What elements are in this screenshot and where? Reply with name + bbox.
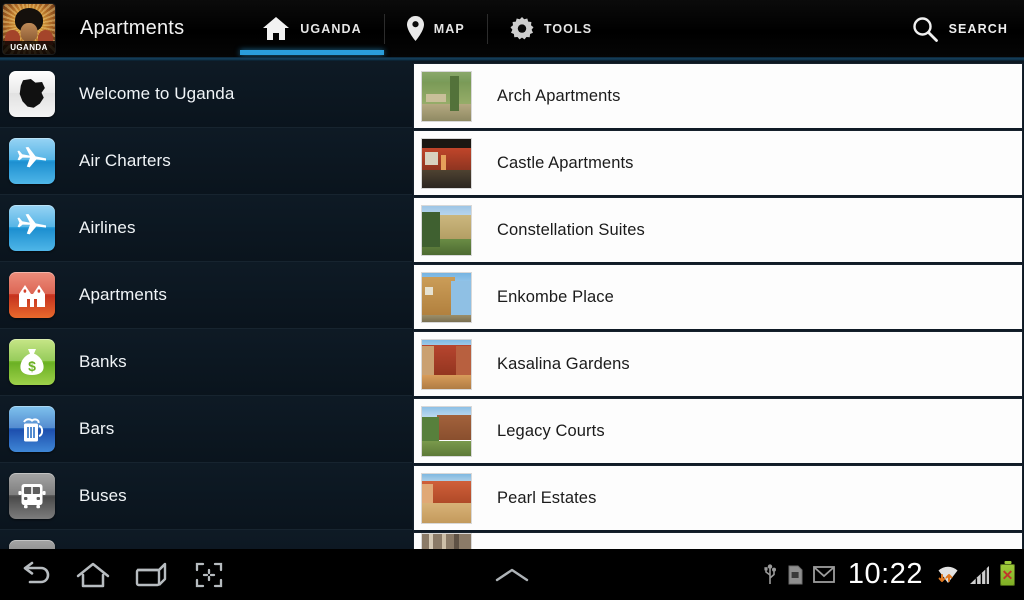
svg-text:$: $ — [28, 358, 36, 374]
sidebar-item-label: Banks — [79, 352, 127, 371]
back-arrow-icon — [19, 561, 51, 589]
sidebar-item-label: Air Charters — [79, 151, 171, 170]
uganda-map-icon — [9, 71, 55, 117]
sidebar-item-label: Welcome to Uganda — [79, 84, 235, 103]
apartments-list[interactable]: Arch Apartments Castle Apartments Conste… — [412, 61, 1024, 549]
content-area: Welcome to Uganda Air Charters Airlines — [0, 61, 1024, 549]
airplane-icon — [9, 205, 55, 251]
sd-card-icon — [786, 565, 804, 585]
tab-map-label: MAP — [433, 21, 465, 36]
money-bag-icon: $ — [9, 339, 55, 385]
chevron-up-icon — [494, 567, 530, 583]
list-item[interactable]: Kasalina Gardens — [413, 331, 1023, 398]
recents-icon — [134, 562, 168, 588]
battery-icon: ✕ — [1000, 563, 1015, 586]
list-item-thumbnail — [421, 271, 472, 323]
home-button[interactable] — [64, 549, 122, 600]
signal-icon — [969, 565, 991, 585]
list-item-thumbnail — [421, 137, 472, 189]
list-item[interactable]: Pearl Estates — [413, 465, 1023, 532]
home-outline-icon — [76, 562, 110, 588]
app-window: UGANDA Apartments UGANDA MAP TOOLS SEARC… — [0, 0, 1024, 600]
action-bar: UGANDA Apartments UGANDA MAP TOOLS SEARC… — [0, 0, 1024, 57]
tab-uganda-label: UGANDA — [300, 21, 362, 36]
airplane-icon — [9, 138, 55, 184]
list-item-thumbnail — [421, 70, 472, 122]
sidebar-item-air-charters[interactable]: Air Charters — [0, 128, 412, 195]
list-item-thumbnail — [421, 405, 472, 457]
tab-uganda[interactable]: UGANDA — [240, 0, 385, 57]
status-clock: 10:22 — [847, 558, 923, 590]
wifi-icon — [936, 564, 960, 585]
page-title: Apartments — [80, 17, 185, 39]
sidebar-item-label: Buses — [79, 486, 127, 505]
list-item[interactable]: Castle Apartments — [413, 130, 1023, 197]
status-bar[interactable]: 10:22 ✕ — [763, 549, 1024, 600]
sidebar-item-banks[interactable]: $ Banks — [0, 329, 412, 396]
sidebar-item-airlines[interactable]: Airlines — [0, 195, 412, 262]
back-button[interactable] — [6, 549, 64, 600]
list-item-label: Castle Apartments — [497, 153, 634, 172]
app-launcher-icon-wrap[interactable]: UGANDA — [0, 0, 58, 57]
sidebar-item-partial[interactable] — [0, 530, 412, 549]
app-icon-face — [20, 22, 38, 42]
sidebar-item-label: Bars — [79, 419, 115, 438]
house-icon — [9, 272, 55, 318]
bus-icon — [9, 473, 55, 519]
list-item-label: Constellation Suites — [497, 220, 645, 239]
nav-buttons-group — [0, 549, 238, 600]
list-item-thumbnail — [421, 533, 472, 549]
search-label: SEARCH — [948, 21, 1008, 36]
app-icon-label: UGANDA — [3, 40, 55, 54]
tab-tools[interactable]: TOOLS — [488, 0, 614, 57]
gmail-icon — [813, 566, 835, 583]
sidebar-item-bars[interactable]: Bars — [0, 396, 412, 463]
sidebar-item-apartments[interactable]: Apartments — [0, 262, 412, 329]
screenshot-icon — [195, 562, 223, 588]
list-item-thumbnail — [421, 204, 472, 256]
sidebar-item-welcome-to-uganda[interactable]: Welcome to Uganda — [0, 61, 412, 128]
usb-icon — [763, 563, 777, 586]
category-sidebar[interactable]: Welcome to Uganda Air Charters Airlines — [0, 61, 412, 549]
list-item-thumbnail — [421, 338, 472, 390]
sidebar-item-label: Airlines — [79, 218, 136, 237]
list-item-label: Pearl Estates — [497, 488, 597, 507]
tab-map[interactable]: MAP — [385, 0, 487, 57]
list-item-label: Arch Apartments — [497, 86, 621, 105]
list-item-label: Enkombe Place — [497, 287, 614, 306]
search-icon — [912, 16, 938, 42]
search-button[interactable]: SEARCH — [912, 0, 1024, 57]
list-item[interactable] — [413, 532, 1023, 549]
sidebar-item-label: Apartments — [79, 285, 167, 304]
beer-mug-icon — [9, 406, 55, 452]
tab-bar: UGANDA MAP TOOLS SEARCH — [240, 0, 1024, 57]
list-item[interactable]: Constellation Suites — [413, 197, 1023, 264]
list-item-label: Kasalina Gardens — [497, 354, 630, 373]
recents-button[interactable] — [122, 549, 180, 600]
app-launcher-icon[interactable]: UGANDA — [3, 3, 55, 54]
list-item[interactable]: Legacy Courts — [413, 398, 1023, 465]
list-item[interactable]: Enkombe Place — [413, 264, 1023, 331]
system-navigation-bar: 10:22 ✕ — [0, 549, 1024, 600]
home-icon — [262, 16, 290, 41]
tab-tools-label: TOOLS — [543, 21, 593, 36]
list-item[interactable]: Arch Apartments — [413, 63, 1023, 130]
sidebar-item-buses[interactable]: Buses — [0, 463, 412, 530]
screenshot-button[interactable] — [180, 549, 238, 600]
location-pin-icon — [406, 16, 424, 41]
list-item-label: Legacy Courts — [497, 421, 605, 440]
partial-icon — [9, 540, 55, 549]
list-item-thumbnail — [421, 472, 472, 524]
uganda-map-shape — [19, 79, 45, 108]
gear-icon — [510, 16, 534, 41]
battery-warning-mark: ✕ — [1001, 566, 1014, 583]
